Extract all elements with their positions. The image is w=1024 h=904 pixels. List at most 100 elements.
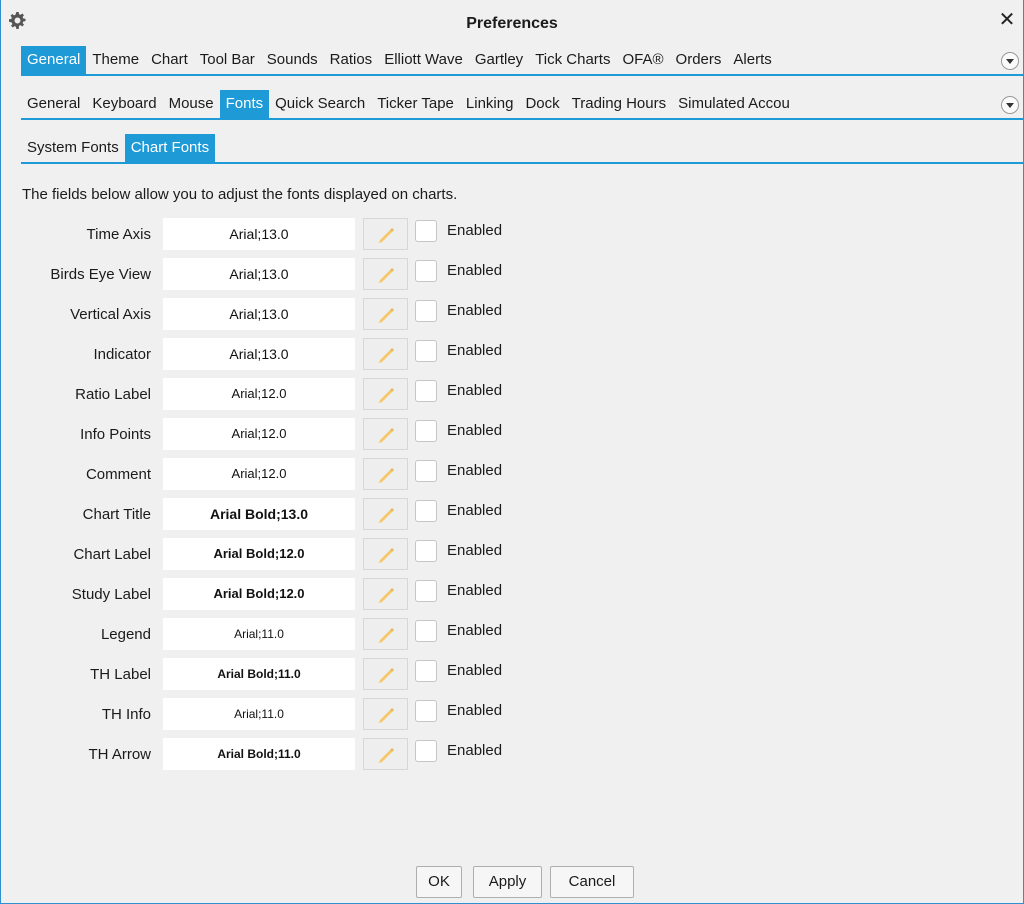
enabled-checkbox[interactable] — [415, 420, 437, 442]
enabled-checkbox[interactable] — [415, 700, 437, 722]
font-row: Birds Eye View Arial;13.0 Enabled — [1, 256, 1023, 296]
enabled-checkbox[interactable] — [415, 260, 437, 282]
font-row-label: TH Info — [101, 706, 151, 723]
enabled-checkbox[interactable] — [415, 500, 437, 522]
edit-font-button[interactable] — [363, 258, 408, 290]
edit-font-button[interactable] — [363, 538, 408, 570]
enabled-checkbox[interactable] — [415, 460, 437, 482]
enabled-checkbox[interactable] — [415, 220, 437, 242]
more-tabs-chevron-down-icon[interactable] — [1001, 96, 1019, 114]
tab-elliott-wave[interactable]: Elliott Wave — [378, 46, 469, 74]
font-row: Vertical Axis Arial;13.0 Enabled — [1, 296, 1023, 336]
edit-font-button[interactable] — [363, 658, 408, 690]
enabled-checkbox[interactable] — [415, 740, 437, 762]
font-value-field[interactable]: Arial;12.0 — [163, 458, 355, 490]
edit-font-button[interactable] — [363, 618, 408, 650]
font-value-field[interactable]: Arial;11.0 — [163, 618, 355, 650]
enabled-label: Enabled — [447, 702, 503, 719]
enabled-label: Enabled — [447, 222, 503, 239]
tab-ofa[interactable]: OFA® — [616, 46, 669, 74]
close-icon[interactable]: ✕ — [997, 10, 1017, 30]
subtab-ticker-tape[interactable]: Ticker Tape — [371, 90, 460, 118]
font-value-field[interactable]: Arial Bold;11.0 — [163, 738, 355, 770]
more-tabs-chevron-down-icon[interactable] — [1001, 52, 1019, 70]
enabled-checkbox[interactable] — [415, 620, 437, 642]
font-row: Ratio Label Arial;12.0 Enabled — [1, 376, 1023, 416]
tab-sounds[interactable]: Sounds — [261, 46, 324, 74]
font-row: Study Label Arial Bold;12.0 Enabled — [1, 576, 1023, 616]
font-value-field[interactable]: Arial;13.0 — [163, 258, 355, 290]
font-value-field[interactable]: Arial;13.0 — [163, 298, 355, 330]
enabled-label: Enabled — [447, 262, 503, 279]
enabled-checkbox[interactable] — [415, 580, 437, 602]
fonts-tab-system-fonts[interactable]: System Fonts — [21, 134, 125, 162]
dialog-footer: OK Apply Cancel — [1, 866, 1023, 898]
font-row: TH Info Arial;11.0 Enabled — [1, 696, 1023, 736]
font-value-field[interactable]: Arial Bold;13.0 — [163, 498, 355, 530]
edit-font-button[interactable] — [363, 378, 408, 410]
edit-font-button[interactable] — [363, 698, 408, 730]
font-row: Time Axis Arial;13.0 Enabled — [1, 216, 1023, 256]
edit-font-button[interactable] — [363, 458, 408, 490]
cancel-button[interactable]: Cancel — [550, 866, 634, 898]
enabled-checkbox[interactable] — [415, 660, 437, 682]
subtab-linking[interactable]: Linking — [460, 90, 520, 118]
font-row: Legend Arial;11.0 Enabled — [1, 616, 1023, 656]
font-value-field[interactable]: Arial;13.0 — [163, 218, 355, 250]
subtab-keyboard[interactable]: Keyboard — [86, 90, 162, 118]
edit-font-button[interactable] — [363, 738, 408, 770]
font-row-label: TH Arrow — [88, 746, 151, 763]
tab-general[interactable]: General — [21, 46, 87, 74]
subtab-simulated-accou[interactable]: Simulated Accou — [672, 90, 796, 118]
edit-font-button[interactable] — [363, 218, 408, 250]
font-value-field[interactable]: Arial Bold;11.0 — [163, 658, 355, 690]
font-row-label: Study Label — [71, 586, 151, 603]
enabled-checkbox[interactable] — [415, 340, 437, 362]
font-row: Comment Arial;12.0 Enabled — [1, 456, 1023, 496]
font-value-field[interactable]: Arial;12.0 — [163, 418, 355, 450]
edit-font-button[interactable] — [363, 498, 408, 530]
main-tabs: General Theme Chart Tool Bar Sounds Ratios Ell… — [21, 46, 1023, 76]
enabled-label: Enabled — [447, 662, 503, 679]
enabled-label: Enabled — [447, 382, 503, 399]
fonts-subtabs: System Fonts Chart Fonts — [21, 134, 1023, 164]
subtab-general[interactable]: General — [21, 90, 86, 118]
tab-tool-bar[interactable]: Tool Bar — [194, 46, 261, 74]
font-row-label: Birds Eye View — [50, 266, 151, 283]
font-value-field[interactable]: Arial;11.0 — [163, 698, 355, 730]
tab-tick-charts[interactable]: Tick Charts — [529, 46, 616, 74]
edit-font-button[interactable] — [363, 298, 408, 330]
font-value-field[interactable]: Arial Bold;12.0 — [163, 538, 355, 570]
tab-alerts[interactable]: Alerts — [727, 46, 777, 74]
subtab-trading-hours[interactable]: Trading Hours — [566, 90, 672, 118]
enabled-label: Enabled — [447, 502, 503, 519]
font-row: TH Label Arial Bold;11.0 Enabled — [1, 656, 1023, 696]
edit-font-button[interactable] — [363, 418, 408, 450]
font-row-label: Indicator — [93, 346, 151, 363]
enabled-checkbox[interactable] — [415, 540, 437, 562]
apply-button[interactable]: Apply — [473, 866, 542, 898]
subtab-dock[interactable]: Dock — [519, 90, 565, 118]
font-value-field[interactable]: Arial;12.0 — [163, 378, 355, 410]
subtab-fonts[interactable]: Fonts — [219, 90, 270, 118]
enabled-checkbox[interactable] — [415, 300, 437, 322]
enabled-label: Enabled — [447, 622, 503, 639]
ok-button[interactable]: OK — [416, 866, 462, 898]
tab-orders[interactable]: Orders — [670, 46, 728, 74]
edit-font-button[interactable] — [363, 338, 408, 370]
edit-font-button[interactable] — [363, 578, 408, 610]
subtab-mouse[interactable]: Mouse — [163, 90, 220, 118]
enabled-checkbox[interactable] — [415, 380, 437, 402]
subtab-quick-search[interactable]: Quick Search — [269, 90, 371, 118]
fonts-tab-chart-fonts[interactable]: Chart Fonts — [124, 134, 216, 162]
tab-gartley[interactable]: Gartley — [469, 46, 529, 74]
font-value-field[interactable]: Arial;13.0 — [163, 338, 355, 370]
tab-chart[interactable]: Chart — [145, 46, 194, 74]
font-value-field[interactable]: Arial Bold;12.0 — [163, 578, 355, 610]
font-row: Chart Title Arial Bold;13.0 Enabled — [1, 496, 1023, 536]
tab-theme[interactable]: Theme — [86, 46, 145, 74]
general-subtabs: General Keyboard Mouse Fonts Quick Search Tic… — [21, 90, 1023, 120]
tab-ratios[interactable]: Ratios — [324, 46, 379, 74]
enabled-label: Enabled — [447, 542, 503, 559]
font-row-label: TH Label — [90, 666, 151, 683]
